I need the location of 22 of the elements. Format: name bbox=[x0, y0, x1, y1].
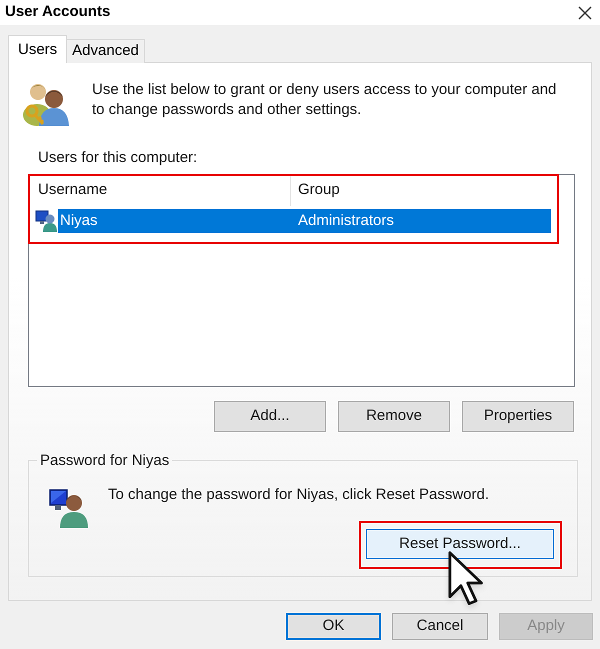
list-action-button[interactable]: Add... bbox=[214, 401, 326, 432]
table-cell-text: Administrators bbox=[297, 210, 395, 231]
dialog-button[interactable]: OK bbox=[286, 613, 381, 640]
window-title: User Accounts bbox=[4, 2, 110, 22]
list-action-button[interactable]: Properties bbox=[462, 401, 574, 432]
mouse-pointer-icon bbox=[447, 550, 483, 605]
tab[interactable]: Users bbox=[8, 35, 68, 63]
list-row[interactable]: Niyas Administrators bbox=[58, 209, 551, 233]
tab[interactable]: Advanced bbox=[66, 39, 145, 63]
column-header[interactable]: Username bbox=[29, 175, 291, 206]
user-monitor-icon bbox=[35, 209, 58, 233]
intro-text: Use the list below to grant or deny users access to your computer and to change passwords and other settings. bbox=[92, 80, 558, 120]
table-cell-text: Niyas bbox=[59, 210, 99, 231]
group-title: Password for Niyas bbox=[39, 451, 170, 470]
column-header[interactable]: Group bbox=[291, 175, 551, 206]
reset-password-button[interactable]: Reset Password... bbox=[366, 529, 554, 559]
dialog-button[interactable]: Cancel bbox=[392, 613, 488, 640]
user-monitor-icon bbox=[48, 487, 90, 528]
list-label: Users for this computer: bbox=[38, 148, 198, 167]
close-icon bbox=[578, 6, 592, 20]
group-text: To change the password for Niyas, click Reset Password. bbox=[108, 485, 489, 504]
list-action-button[interactable]: Remove bbox=[338, 401, 450, 432]
